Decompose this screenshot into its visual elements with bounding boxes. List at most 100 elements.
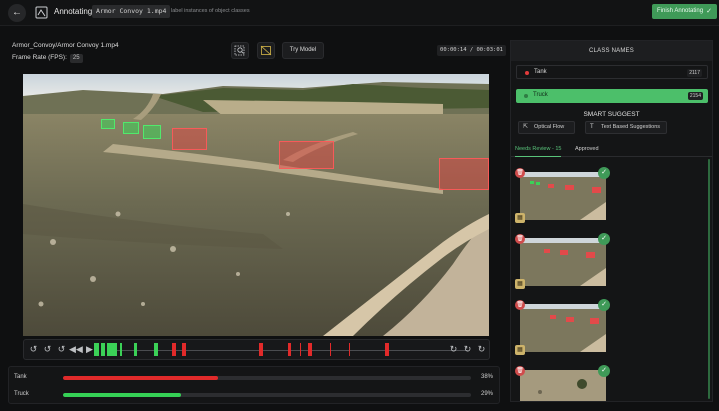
toggle-annotations-button[interactable]: ▦ [515, 213, 525, 223]
tank-stat-row: Tank 38% [9, 371, 499, 385]
toggle-annotations-button[interactable]: ▦ [515, 279, 525, 289]
forward-icon[interactable]: ↻ [475, 343, 488, 356]
stat-label: Truck [14, 391, 29, 397]
delete-suggestion-button[interactable]: 🗑 [515, 234, 525, 244]
optical-flow-label: Optical Flow [534, 124, 565, 130]
tank-bounding-box[interactable] [439, 158, 489, 190]
forward-icon[interactable]: ↻ [447, 343, 460, 356]
suggestion-thumbnail[interactable] [520, 172, 606, 220]
check-icon: ✓ [601, 367, 607, 374]
suggestion-thumbnail[interactable] [520, 238, 606, 286]
check-icon: ✓ [601, 301, 607, 308]
video-scene [23, 74, 489, 336]
page-subtitle: label instances of object classes [171, 8, 250, 14]
truck-frame-marker[interactable] [94, 343, 99, 356]
stat-percent: 29% [480, 391, 493, 397]
timeline-bar[interactable]: ↺ ↺ ↺ ◀◀ ▶ ↻ ↻ ↻ [23, 339, 490, 360]
class-names-header: CLASS NAMES [511, 41, 712, 61]
rewind-icon[interactable]: ↺ [55, 343, 68, 356]
tank-bounding-box[interactable] [172, 128, 207, 150]
forward-icon[interactable]: ↻ [461, 343, 474, 356]
text-icon: T [590, 124, 594, 130]
back-button[interactable]: ← [8, 4, 26, 22]
tank-frame-marker[interactable] [330, 343, 331, 356]
class-name: Truck [533, 92, 548, 98]
truck-frame-marker[interactable] [107, 343, 117, 356]
trash-icon: 🗑 [516, 170, 524, 176]
toggle-annotations-button[interactable]: ▦ [515, 345, 525, 355]
check-icon: ✓ [601, 169, 607, 176]
hide-image-icon: ▦ [517, 215, 523, 221]
truck-bounding-box[interactable] [101, 119, 115, 129]
class-count: 2154 [687, 92, 703, 100]
approve-suggestion-button[interactable]: ✓ [598, 233, 610, 245]
finish-label: Finish Annotating [657, 8, 704, 14]
tab-approved[interactable]: Approved [575, 146, 599, 152]
tank-progress-fill [63, 376, 219, 380]
delete-suggestion-button[interactable]: 🗑 [515, 300, 525, 310]
tank-color-dot [525, 71, 529, 75]
thumbnail-image [520, 172, 606, 220]
tank-frame-marker[interactable] [349, 343, 350, 356]
optical-flow-button[interactable]: ⇱ Optical Flow [518, 121, 575, 134]
fast-backward-icon[interactable]: ◀◀ [69, 343, 83, 356]
top-bar: ← Annotating Armor Convoy 1.mp4 label in… [0, 0, 719, 26]
text-suggestions-button[interactable]: T Text Based Suggestions [585, 121, 667, 134]
truck-frame-marker[interactable] [101, 343, 105, 356]
suggestion-thumbnail[interactable] [520, 370, 606, 401]
optical-flow-icon: ⇱ [523, 124, 529, 130]
thumbnail-image [520, 304, 606, 352]
tank-frame-marker[interactable] [300, 343, 301, 356]
truck-bounding-box[interactable] [143, 125, 161, 139]
truck-bounding-box[interactable] [123, 122, 139, 134]
class-count: 2117 [687, 69, 702, 77]
tank-frame-marker[interactable] [288, 343, 291, 356]
approve-suggestion-button[interactable]: ✓ [598, 167, 610, 179]
tab-needs-review[interactable]: Needs Review - 15 [515, 146, 562, 157]
thumbnail-image [520, 370, 606, 401]
file-name-badge: Armor Convoy 1.mp4 [92, 5, 171, 18]
hide-image-icon [260, 45, 272, 56]
check-icon: ✓ [706, 8, 712, 15]
fps-label: Frame Rate (FPS): [12, 54, 67, 61]
suggestion-thumbnail[interactable] [520, 304, 606, 352]
stat-label: Tank [14, 374, 27, 380]
truck-frame-marker[interactable] [154, 343, 158, 356]
tank-frame-marker[interactable] [259, 343, 263, 356]
class-distribution-panel: Tank 38% Truck 29% [8, 366, 500, 404]
video-path: Armor_Convoy/Armor Convoy 1.mp4 [12, 42, 119, 49]
tank-frame-marker[interactable] [172, 343, 176, 356]
try-model-button[interactable]: Try Model [282, 42, 324, 59]
text-suggestions-label: Text Based Suggestions [601, 124, 661, 130]
approve-suggestion-button[interactable]: ✓ [598, 365, 610, 377]
class-name: Tank [534, 69, 547, 75]
video-frame[interactable] [23, 74, 489, 336]
finish-annotating-button[interactable]: Finish Annotating ✓ [652, 4, 717, 19]
stat-percent: 38% [480, 374, 493, 380]
fps-value: 25 [69, 54, 83, 63]
tank-frame-marker[interactable] [308, 343, 312, 356]
thumbnail-image [520, 238, 606, 286]
tank-frame-marker[interactable] [385, 343, 389, 356]
truck-frame-marker[interactable] [120, 343, 122, 356]
tank-frame-marker[interactable] [182, 343, 186, 356]
approve-suggestion-button[interactable]: ✓ [598, 299, 610, 311]
delete-suggestion-button[interactable]: 🗑 [515, 168, 525, 178]
zoom-select-button[interactable] [231, 42, 249, 59]
rewind-icon[interactable]: ↺ [41, 343, 54, 356]
trash-icon: 🗑 [516, 302, 524, 308]
class-item-tank[interactable]: Tank 2117 [516, 65, 708, 79]
class-item-truck[interactable]: Truck 2154 [516, 89, 708, 103]
annotation-side-panel: CLASS NAMES Tank 2117 Truck 2154 SMART S… [510, 40, 713, 402]
tank-bounding-box[interactable] [279, 141, 334, 169]
timecode: 00:00:14 / 00:03:01 [437, 45, 506, 56]
fps-row: Frame Rate (FPS): 25 [12, 54, 83, 63]
hide-image-icon: ▦ [517, 347, 523, 353]
page-title: Annotating [54, 7, 93, 16]
rewind-icon[interactable]: ↺ [27, 343, 40, 356]
truck-frame-marker[interactable] [134, 343, 137, 356]
thumbnail-scrollbar[interactable] [708, 159, 710, 399]
trash-icon: 🗑 [516, 236, 524, 242]
delete-suggestion-button[interactable]: 🗑 [515, 366, 525, 376]
hide-annotations-button[interactable] [257, 42, 275, 59]
